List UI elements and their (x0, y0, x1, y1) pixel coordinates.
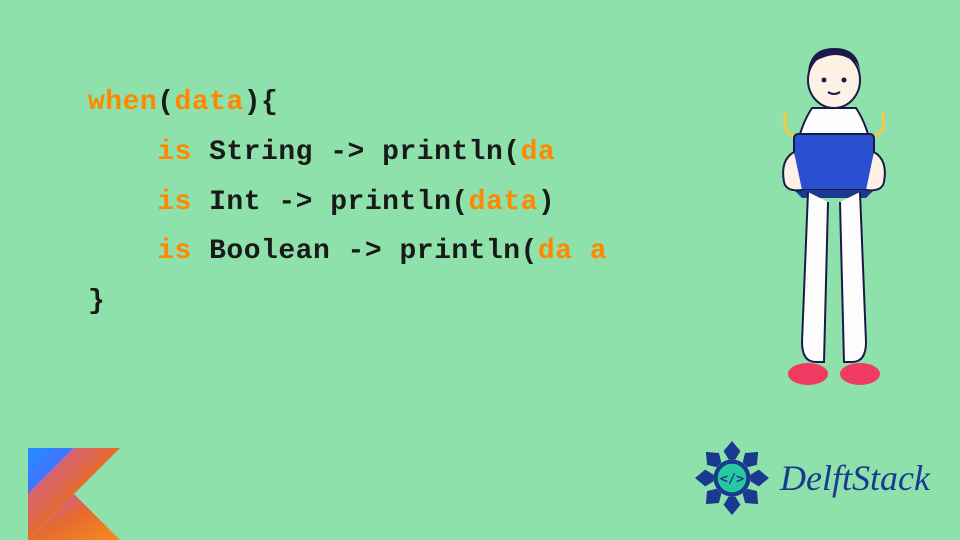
code-text: } (88, 286, 105, 317)
code-text: Int -> println( (192, 187, 469, 218)
code-keyword: is (157, 137, 192, 168)
code-line-4: is Boolean -> println(da a (88, 227, 607, 277)
code-line-1: when(data){ (88, 78, 607, 128)
code-text: Boolean -> println( (192, 236, 538, 267)
brand-name: DelftStack (780, 457, 930, 499)
kotlin-logo-icon (28, 448, 120, 540)
code-keyword: when (88, 87, 157, 118)
person-with-laptop-illustration (736, 42, 926, 412)
code-text: ( (157, 87, 174, 118)
svg-text:</>: </> (720, 472, 744, 487)
code-text (88, 137, 157, 168)
code-keyword: is (157, 236, 192, 267)
code-text (88, 187, 157, 218)
code-text: ){ (244, 87, 279, 118)
code-keyword: data (469, 187, 538, 218)
code-text: String -> println( (192, 137, 521, 168)
code-line-2: is String -> println(da (88, 128, 607, 178)
code-keyword: data (175, 87, 244, 118)
code-keyword: da (521, 137, 556, 168)
delftstack-logo: </> DelftStack (690, 436, 930, 520)
code-text (88, 236, 157, 267)
code-keyword: is (157, 187, 192, 218)
code-line-5: } (88, 277, 607, 327)
code-text: ) (538, 187, 555, 218)
code-keyword: da a (538, 236, 607, 267)
code-line-3: is Int -> println(data) (88, 178, 607, 228)
delft-badge-icon: </> (690, 436, 774, 520)
code-snippet: when(data){ is String -> println(da is I… (88, 78, 607, 327)
